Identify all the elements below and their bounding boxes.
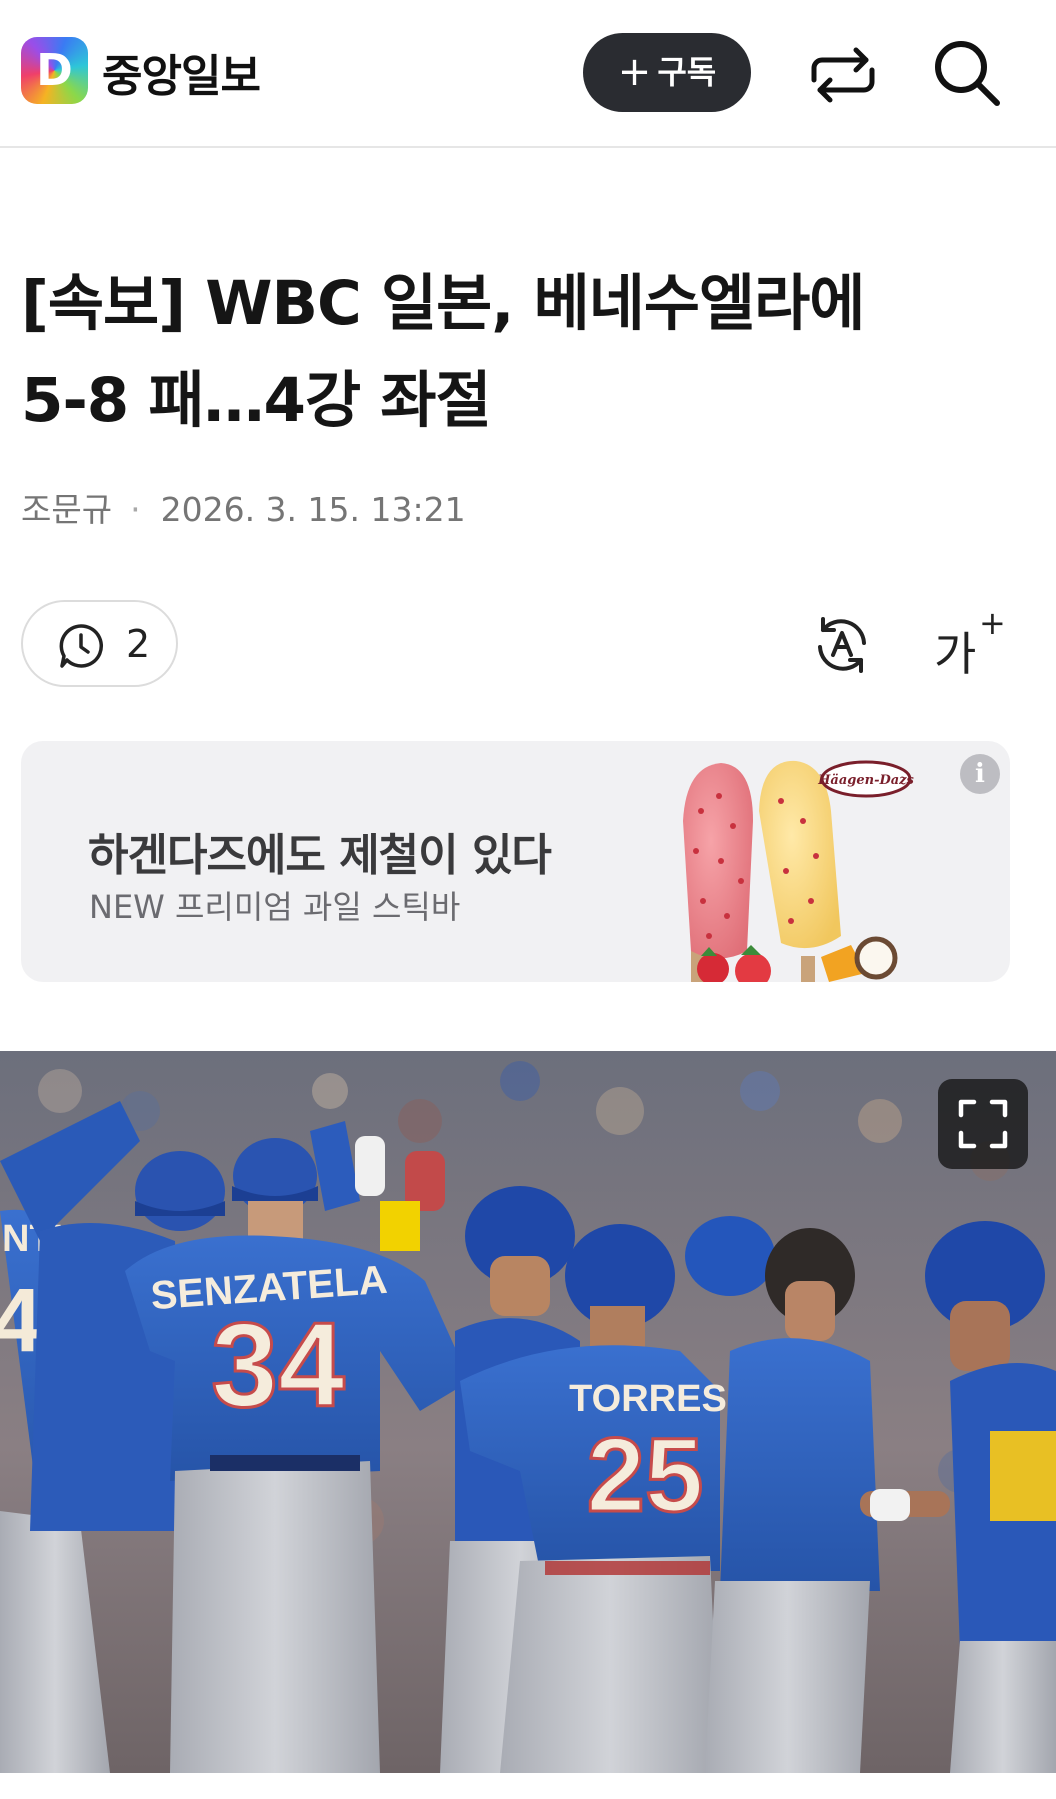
title-line-2: 5-8 패…4강 좌절 xyxy=(21,365,492,436)
author-name[interactable]: 조문규 xyxy=(21,490,112,529)
jersey-number-1: 34 xyxy=(211,1298,345,1432)
comment-button[interactable]: 2 xyxy=(21,600,178,687)
comment-clock-icon xyxy=(59,624,104,668)
subscribe-button[interactable]: + 구독 xyxy=(583,33,751,112)
plus-icon: + xyxy=(617,49,652,95)
title-line-1: [속보] WBC 일본, 베네수엘라에 xyxy=(21,268,865,339)
publish-datetime: 2026. 3. 15. 13:21 xyxy=(160,490,466,529)
partial-jersey-number: 4 xyxy=(0,1271,42,1371)
celebration-photo: NTI 4 SENZATELA 34 TORRES 25 xyxy=(0,1051,1056,1773)
ad-brand-logo: Häagen-Dazs xyxy=(817,773,914,788)
font-size-button[interactable]: 가 + xyxy=(932,604,1006,681)
jersey-number-2: 25 xyxy=(587,1417,704,1534)
fullscreen-icon xyxy=(958,1099,1008,1149)
jersey-name-2: TORRES xyxy=(569,1378,727,1420)
subscribe-label: 구독 xyxy=(657,53,717,91)
fullscreen-button[interactable] xyxy=(938,1079,1028,1169)
font-size-label: 가 xyxy=(934,627,977,681)
logo-letter: D xyxy=(36,45,73,96)
byline: 조문규 · 2026. 3. 15. 13:21 xyxy=(21,483,466,531)
brand-logo[interactable]: D xyxy=(21,37,88,104)
ice-cream-bars-image: Häagen-Dazs xyxy=(683,760,915,982)
ad-subtext: NEW 프리미엄 과일 스틱바 xyxy=(89,888,461,926)
article-title: [속보] WBC 일본, 베네수엘라에 5-8 패…4강 좌절 xyxy=(21,255,1021,449)
translate-icon[interactable] xyxy=(810,613,874,677)
search-icon[interactable] xyxy=(931,37,1003,109)
font-size-plus: + xyxy=(979,604,1006,642)
byline-separator: · xyxy=(130,490,141,529)
ad-headline: 하겐다즈에도 제철이 있다 xyxy=(88,830,552,881)
comment-count: 2 xyxy=(126,622,151,666)
ad-info-icon[interactable]: i xyxy=(960,754,1000,794)
brand-name[interactable]: 중앙일보 xyxy=(102,40,261,104)
ad-banner[interactable]: 하겐다즈에도 제철이 있다 NEW 프리미엄 과일 스틱바 Häagen-Daz… xyxy=(21,741,1010,982)
share-icon[interactable] xyxy=(808,40,878,110)
app-header: D 중앙일보 + 구독 xyxy=(0,0,1056,148)
article-photo[interactable]: NTI 4 SENZATELA 34 TORRES 25 xyxy=(0,1051,1056,1773)
